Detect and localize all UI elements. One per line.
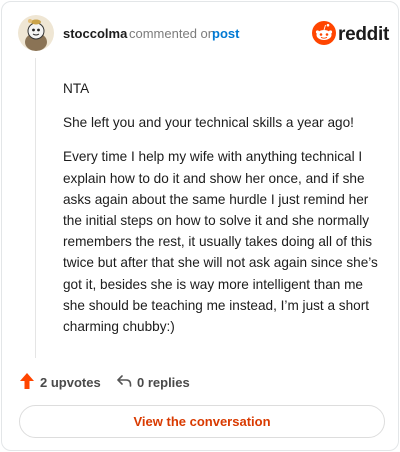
upvote-count: 2 upvotes bbox=[40, 375, 101, 390]
comment-paragraph: Every time I help my wife with anything … bbox=[63, 149, 378, 335]
reddit-brand-text: reddit bbox=[338, 24, 389, 45]
upvote-icon[interactable] bbox=[19, 372, 35, 390]
thread-line bbox=[35, 58, 36, 358]
comment-paragraph: NTA bbox=[63, 81, 90, 96]
post-link[interactable]: post bbox=[212, 26, 239, 41]
view-conversation-button[interactable]: View the conversation bbox=[19, 405, 385, 438]
reply-count: 0 replies bbox=[137, 375, 190, 390]
comment-body: NTA She left you and your technical skil… bbox=[63, 78, 379, 350]
comment-card: stoccolma commented on post reddit NTA S… bbox=[1, 1, 399, 451]
comment-paragraph: She left you and your technical skills a… bbox=[63, 115, 354, 131]
avatar[interactable] bbox=[18, 15, 54, 51]
commented-on-text: commented on bbox=[129, 26, 215, 41]
username[interactable]: stoccolma bbox=[63, 26, 127, 41]
reply-icon[interactable] bbox=[116, 373, 132, 389]
